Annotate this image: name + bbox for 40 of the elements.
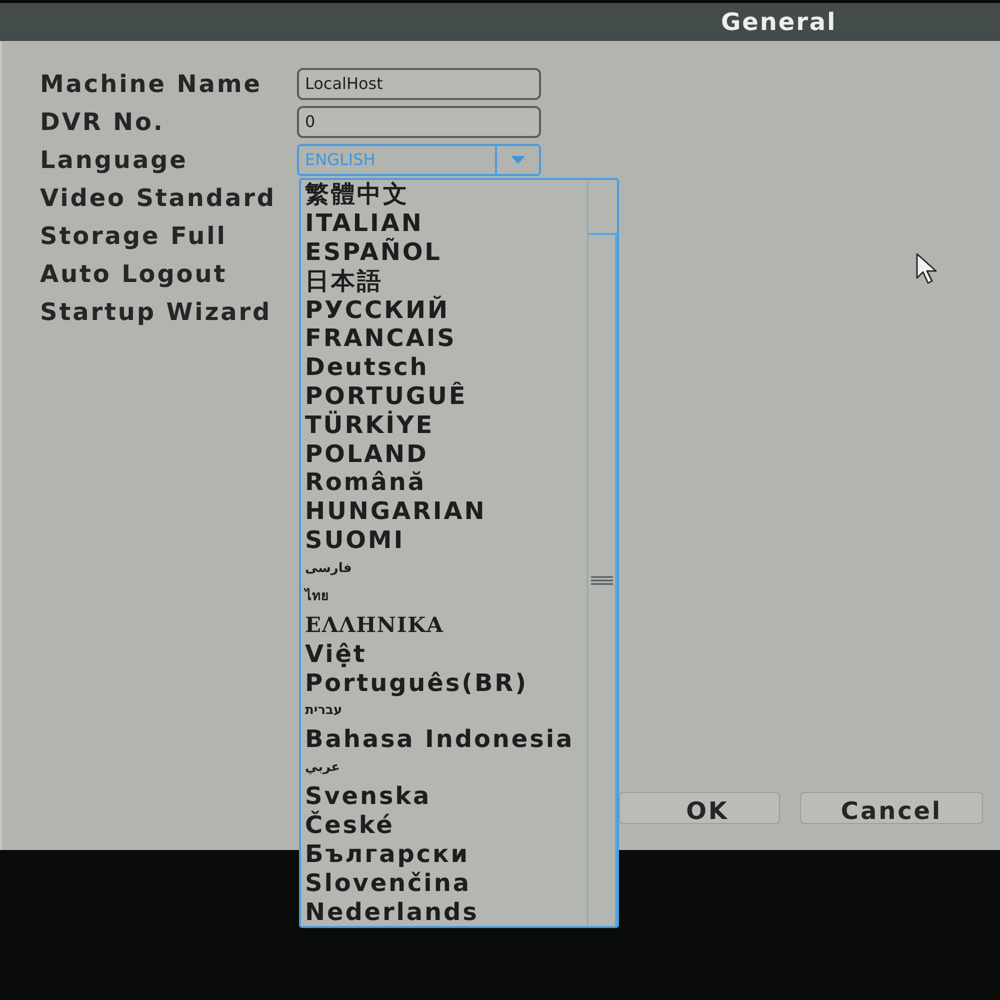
- list-item[interactable]: Deutsch: [301, 352, 587, 382]
- list-item[interactable]: Svenska: [301, 782, 587, 811]
- list-item[interactable]: 繁體中文: [301, 180, 587, 209]
- list-item[interactable]: ไทย: [301, 582, 587, 611]
- list-item[interactable]: عربي: [301, 754, 587, 782]
- grip-icon: [590, 576, 612, 585]
- list-item[interactable]: ESPAÑOL: [301, 238, 587, 266]
- cancel-button[interactable]: Cancel: [800, 792, 983, 824]
- field-label: Storage Full: [40, 221, 228, 252]
- caret-icon: [511, 156, 525, 164]
- list-item[interactable]: Português(BR): [301, 668, 587, 697]
- field-label: Language: [40, 145, 189, 176]
- field-label: DVR No.: [40, 107, 166, 138]
- list-item[interactable]: Việt: [301, 639, 587, 668]
- ok-button[interactable]: OK: [619, 792, 780, 824]
- field-label: Auto Logout: [40, 259, 228, 290]
- list-item[interactable]: POLAND: [301, 439, 587, 468]
- field-label: Startup Wizard: [40, 297, 273, 328]
- list-item[interactable]: 日本語: [301, 266, 587, 296]
- list-item[interactable]: Română: [301, 468, 587, 497]
- list-item[interactable]: SUOMI: [301, 526, 587, 554]
- list-item[interactable]: České: [301, 810, 587, 840]
- list-item[interactable]: РУССКИЙ: [301, 295, 587, 324]
- field-label: Video Standard: [40, 183, 277, 214]
- list-item[interactable]: Bahasa Indonesia: [301, 725, 587, 754]
- list-item[interactable]: فارسی: [301, 554, 587, 582]
- list-item[interactable]: Български: [301, 840, 587, 868]
- list-item[interactable]: Slovenčina: [301, 868, 587, 898]
- field-label: Machine Name: [40, 69, 263, 100]
- list-item[interactable]: ΕΛΛΗΝΙΚΑ: [301, 610, 587, 640]
- list-item[interactable]: Nederlands: [301, 897, 587, 926]
- window-title: General: [721, 7, 837, 38]
- text-field[interactable]: 0: [297, 106, 541, 138]
- list-item[interactable]: TÜRKİYE: [301, 410, 587, 440]
- list-item[interactable]: ITALIAN: [301, 208, 587, 238]
- list-item[interactable]: FRANCAIS: [301, 324, 587, 353]
- list-item[interactable]: עברית: [301, 696, 587, 726]
- text-field[interactable]: LocalHost: [297, 68, 541, 100]
- list-item[interactable]: HUNGARIAN: [301, 496, 587, 526]
- list-item[interactable]: PORTUGUÊ: [301, 382, 587, 410]
